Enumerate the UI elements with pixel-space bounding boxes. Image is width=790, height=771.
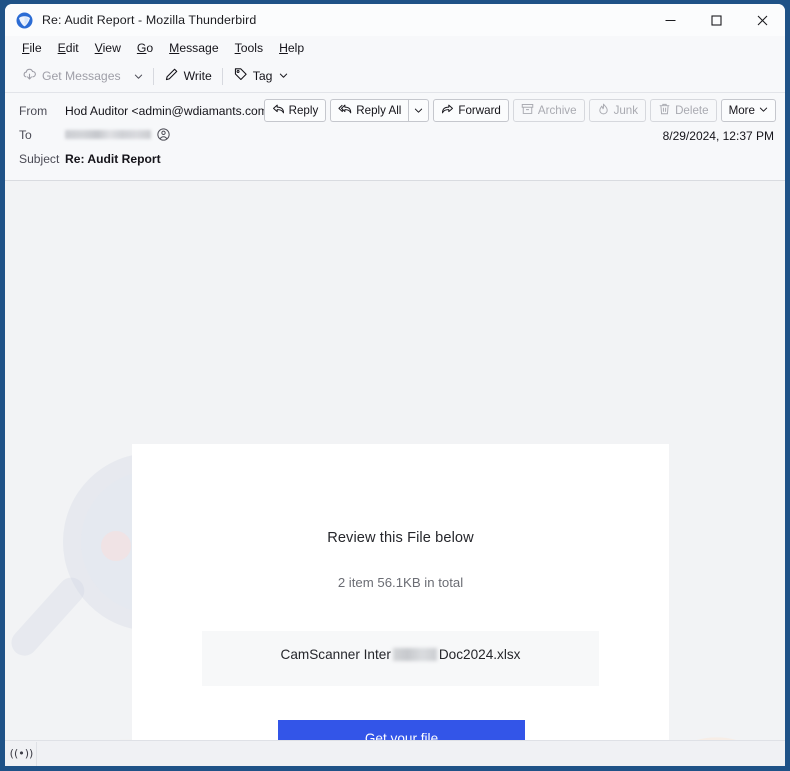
statusbar: ((•)): [5, 740, 785, 766]
more-button[interactable]: More: [720, 99, 776, 122]
file-name-redacted: [392, 648, 437, 661]
menu-file[interactable]: File: [14, 38, 50, 58]
reply-all-group: Reply All: [330, 99, 430, 122]
reply-all-label: Reply All: [356, 104, 402, 117]
window-frame: Re: Audit Report - Mozilla Thunderbird F…: [0, 0, 790, 771]
reply-label: Reply: [288, 104, 319, 117]
tag-button[interactable]: Tag: [226, 64, 296, 89]
tag-label: Tag: [252, 69, 273, 83]
to-value-group: [65, 128, 170, 141]
connection-status-icon[interactable]: ((•)): [7, 741, 37, 766]
get-messages-button[interactable]: Get Messages: [15, 64, 128, 89]
reply-all-dropdown[interactable]: [408, 99, 430, 122]
file-name-suffix: Doc2024.xlsx: [438, 647, 521, 662]
decorative-dot-2: [101, 531, 131, 561]
toolbar-separator-2: [221, 67, 223, 85]
menu-message[interactable]: Message: [161, 38, 226, 58]
from-label: From: [19, 103, 48, 118]
window-controls: [647, 4, 785, 36]
attachment-file-name[interactable]: CamScanner Inter Doc2024.xlsx: [132, 647, 669, 662]
delete-button[interactable]: Delete: [650, 99, 717, 122]
forward-icon: [441, 103, 454, 118]
header-row-subject: Subject Re: Audit Report: [19, 148, 775, 169]
menu-tools[interactable]: Tools: [227, 38, 271, 58]
junk-flame-icon: [597, 103, 610, 118]
archive-label: Archive: [537, 104, 577, 117]
get-messages-label: Get Messages: [42, 69, 121, 83]
subject-value: Re: Audit Report: [65, 151, 161, 166]
minimize-button[interactable]: [647, 4, 693, 36]
write-button[interactable]: Write: [157, 64, 219, 89]
to-address-redacted[interactable]: [65, 130, 151, 139]
reply-all-button[interactable]: Reply All: [330, 99, 409, 122]
junk-label: Junk: [613, 104, 639, 117]
more-chevron-down-icon: [759, 104, 768, 117]
maximize-button[interactable]: [693, 4, 739, 36]
forward-label: Forward: [458, 104, 501, 117]
message-date: 8/29/2024, 12:37 PM: [662, 129, 774, 143]
reply-button[interactable]: Reply: [263, 99, 327, 122]
forward-button[interactable]: Forward: [433, 99, 509, 122]
junk-button[interactable]: Junk: [588, 99, 647, 122]
email-content-card: Review this File below 2 item 56.1KB in …: [132, 444, 669, 740]
card-heading: Review this File below: [327, 530, 474, 546]
window-title: Re: Audit Report - Mozilla Thunderbird: [42, 13, 257, 27]
menu-help[interactable]: Help: [271, 38, 312, 58]
message-body: PC risk.com Review this File below 2 ite…: [5, 181, 785, 740]
write-label: Write: [183, 69, 212, 83]
thunderbird-window: Re: Audit Report - Mozilla Thunderbird F…: [5, 4, 785, 766]
card-summary: 2 item 56.1KB in total: [337, 575, 464, 590]
menu-view[interactable]: View: [87, 38, 129, 58]
to-label: To: [19, 127, 32, 142]
close-button[interactable]: [739, 4, 785, 36]
delete-label: Delete: [675, 104, 709, 117]
archive-icon: [521, 103, 534, 118]
titlebar: Re: Audit Report - Mozilla Thunderbird: [5, 4, 785, 36]
card-inner: Review this File below 2 item 56.1KB in …: [132, 444, 669, 740]
tag-chevron-down-icon: [279, 69, 288, 83]
file-name-prefix: CamScanner Inter: [280, 647, 391, 662]
tag-icon: [233, 67, 248, 85]
reply-icon: [272, 103, 285, 118]
trash-icon: [658, 103, 671, 118]
menubar: File Edit View Go Message Tools Help: [5, 36, 785, 60]
toolbar-separator-1: [152, 67, 154, 85]
download-cloud-icon: [22, 67, 37, 85]
thunderbird-icon: [16, 12, 33, 29]
from-value-group: Hod Auditor <admin@wdiamants.com>: [65, 104, 294, 118]
reply-all-icon: [338, 103, 352, 118]
message-action-buttons: Reply Reply All Forward Archive Junk Del…: [263, 99, 776, 122]
pencil-icon: [164, 67, 179, 85]
magnifier-handle-shape: [6, 572, 90, 662]
from-address[interactable]: Hod Auditor <admin@wdiamants.com>: [65, 104, 275, 118]
main-toolbar: Get Messages Write Tag: [5, 60, 785, 93]
get-your-file-button[interactable]: Get your file: [278, 720, 525, 740]
subject-label: Subject: [19, 151, 60, 166]
get-messages-dropdown[interactable]: [128, 64, 150, 89]
menu-edit[interactable]: Edit: [50, 38, 87, 58]
more-label: More: [728, 104, 755, 117]
to-add-contact-icon[interactable]: [157, 128, 170, 141]
menu-go[interactable]: Go: [129, 38, 161, 58]
archive-button[interactable]: Archive: [512, 99, 585, 122]
message-header: From Hod Auditor <admin@wdiamants.com> T…: [5, 93, 785, 181]
